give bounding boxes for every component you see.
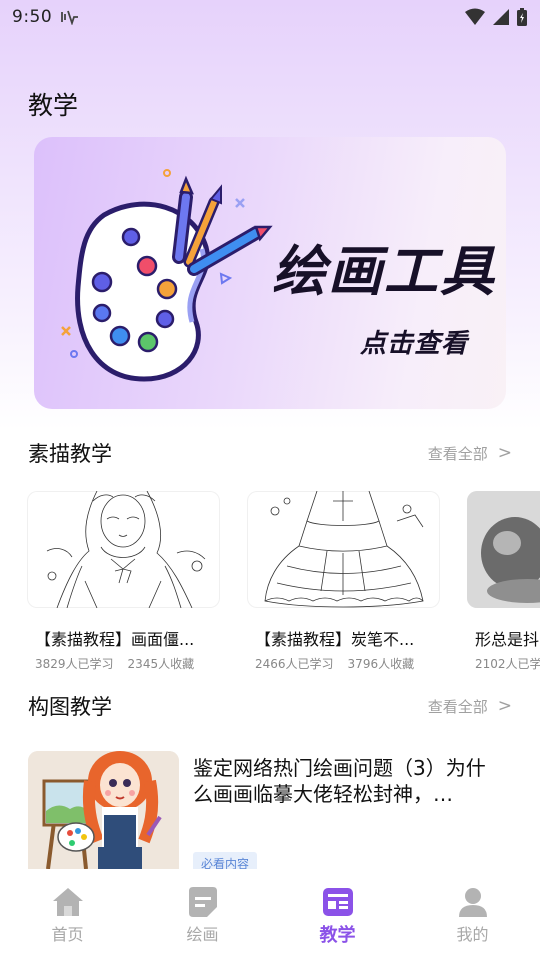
status-time: 9:50: [12, 7, 53, 27]
composition-view-all-link[interactable]: 查看全部 >: [428, 696, 512, 717]
sketch-view-all-link[interactable]: 查看全部 >: [428, 443, 512, 464]
learners-count: 3829人已学习: [35, 657, 114, 671]
card-stats: 2466人已学习 3796人收藏: [247, 655, 440, 671]
status-icons: [464, 7, 528, 27]
home-icon: [52, 888, 83, 916]
learners-count: 2102人已学: [475, 657, 540, 671]
chevron-right-icon: >: [497, 443, 512, 463]
chevron-right-icon: >: [497, 696, 512, 716]
card-title: 【素描教程】画面僵...: [35, 630, 195, 649]
sketch-card[interactable]: 形总是抖 2102人已学: [467, 491, 540, 671]
status-bar: 9:50: [0, 0, 540, 34]
vibrate-icon: [61, 10, 79, 25]
banner-subtitle: 点击查看: [360, 329, 469, 359]
sketch-section-title: 素描教学: [28, 442, 112, 466]
page-title: 教学: [28, 91, 79, 120]
tab-home[interactable]: 首页: [0, 869, 135, 960]
wifi-icon: [465, 8, 485, 25]
card-stats: 2102人已学: [467, 655, 540, 671]
sketch-card-list[interactable]: 【素描教程】画面僵... 3829人已学习 2345人收藏 【素描教程】炭笔不.…: [27, 491, 540, 671]
composition-section-title: 构图教学: [28, 695, 112, 719]
composition-section-header: 构图教学 查看全部 >: [28, 691, 512, 721]
card-thumbnail: [27, 491, 220, 608]
person-icon: [458, 888, 487, 917]
sketch-card[interactable]: 【素描教程】炭笔不... 2466人已学习 3796人收藏: [247, 491, 440, 671]
tab-teach[interactable]: 教学: [270, 869, 405, 960]
battery-icon: [517, 8, 527, 26]
banner-title: 绘画工具: [272, 240, 496, 303]
painting-tools-banner[interactable]: 绘画工具 点击查看: [34, 137, 506, 409]
tab-label: 我的: [456, 925, 489, 944]
tab-mine[interactable]: 我的: [405, 869, 540, 960]
tab-label: 教学: [319, 925, 356, 946]
signal-icon: [493, 9, 509, 25]
card-stats: 3829人已学习 2345人收藏: [27, 655, 220, 671]
teach-icon: [322, 888, 353, 916]
paint-doc-icon: [188, 887, 217, 917]
favorites-count: 2345人收藏: [127, 657, 195, 671]
sketch-section-header: 素描教学 查看全部 >: [28, 438, 512, 468]
learners-count: 2466人已学习: [255, 657, 334, 671]
article-thumbnail: [28, 751, 179, 869]
sketch-card[interactable]: 【素描教程】画面僵... 3829人已学习 2345人收藏: [27, 491, 220, 671]
bottom-tab-bar: 首页 绘画 教学 我的: [0, 869, 540, 960]
composition-article-item[interactable]: 鉴定网络热门绘画问题（3）为什么画画临摹大佬轻松封神，… 必看内容: [28, 751, 512, 875]
tab-label: 首页: [51, 925, 84, 944]
tab-paint[interactable]: 绘画: [135, 869, 270, 960]
card-thumbnail: [467, 491, 540, 608]
tab-label: 绘画: [186, 925, 219, 944]
card-thumbnail: [247, 491, 440, 608]
card-title: 形总是抖: [475, 630, 540, 649]
card-title: 【素描教程】炭笔不...: [255, 630, 415, 649]
article-title: 鉴定网络热门绘画问题（3）为什么画画临摹大佬轻松封神，…: [193, 756, 486, 806]
favorites-count: 3796人收藏: [347, 657, 415, 671]
